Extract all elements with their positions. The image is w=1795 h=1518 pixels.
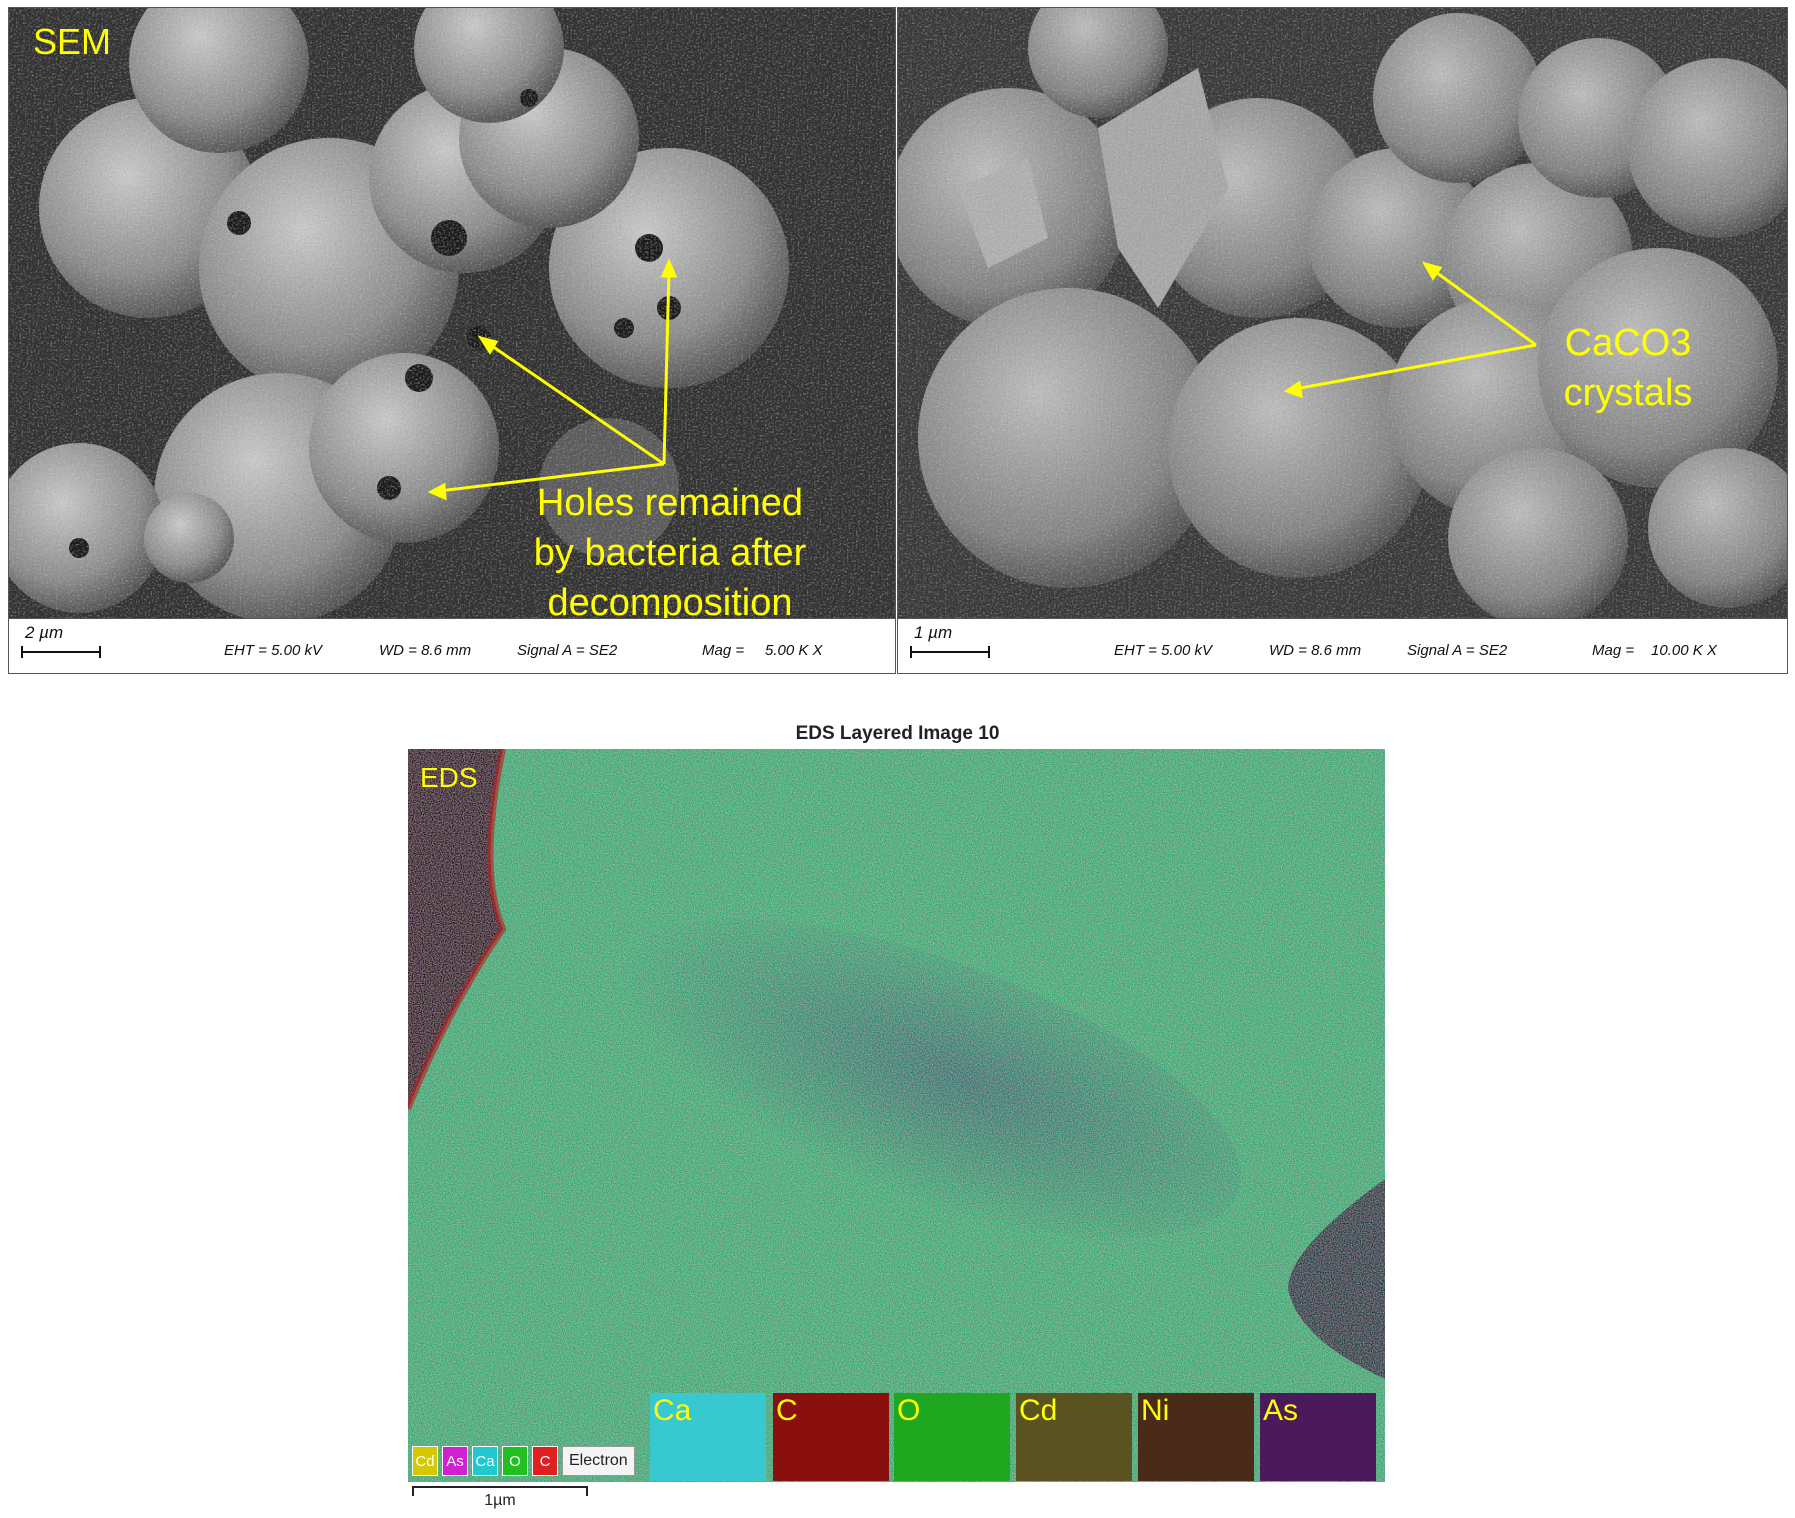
legend-chip-cd: Cd bbox=[412, 1446, 438, 1476]
eds-title: EDS Layered Image 10 bbox=[795, 723, 1000, 744]
element-map-ca: Ca bbox=[650, 1393, 766, 1481]
wd-readout: WD = 8.6 mm bbox=[379, 642, 472, 659]
mag-label: Mag = bbox=[1592, 642, 1635, 659]
element-map-label: Cd bbox=[1019, 1394, 1058, 1427]
mag-value: 10.00 K X bbox=[1651, 642, 1717, 659]
legend-chip-as: As bbox=[442, 1446, 468, 1476]
scale-label: 2 µm bbox=[25, 623, 64, 642]
mag-value: 5.00 K X bbox=[765, 642, 823, 659]
holes-annotation: Holes remained by bacteria after decompo… bbox=[505, 478, 835, 620]
element-map-label: C bbox=[776, 1394, 798, 1427]
sem-panel-right: CaCO3 crystals 1 µm EHT = 5.00 kV WD = 8… bbox=[897, 7, 1788, 674]
legend-chip-ca: Ca bbox=[472, 1446, 498, 1476]
sem-corner-label: SEM bbox=[33, 21, 112, 62]
holes-annotation-line-1: Holes remained bbox=[536, 482, 804, 524]
sem-databar-left: 2 µm EHT = 5.00 kV WD = 8.6 mm Signal A … bbox=[9, 618, 895, 673]
caco3-annotation: CaCO3 crystals bbox=[1538, 318, 1718, 418]
element-map-as: As bbox=[1260, 1393, 1376, 1481]
element-map-label: Ni bbox=[1141, 1394, 1170, 1427]
element-map-o: O bbox=[894, 1393, 1010, 1481]
eht-readout: EHT = 5.00 kV bbox=[1114, 642, 1212, 659]
sem-micrograph-left: SEM Holes remained by bacteria after dec… bbox=[9, 8, 895, 620]
element-map-label: Ca bbox=[653, 1394, 692, 1427]
element-map-ni: Ni bbox=[1138, 1393, 1254, 1481]
mag-label: Mag = bbox=[702, 642, 745, 659]
eds-corner-label: EDS bbox=[420, 762, 478, 793]
wd-readout: WD = 8.6 mm bbox=[1269, 642, 1362, 659]
eds-layered-map: EDS bbox=[408, 749, 1385, 1482]
signal-readout: Signal A = SE2 bbox=[517, 642, 618, 659]
caco3-annotation-line-2: crystals bbox=[1563, 372, 1693, 414]
legend-chip-electron: Electron bbox=[562, 1446, 635, 1476]
holes-annotation-line-3: decomposition bbox=[547, 582, 793, 620]
holes-annotation-line-2: by bacteria after bbox=[533, 532, 807, 574]
scale-bar bbox=[21, 646, 101, 658]
legend-chip-o: O bbox=[502, 1446, 528, 1476]
sem-panel-left: SEM Holes remained by bacteria after dec… bbox=[8, 7, 896, 674]
scale-bar bbox=[910, 646, 990, 658]
legend-chip-c: C bbox=[532, 1446, 558, 1476]
element-map-cd: Cd bbox=[1016, 1393, 1132, 1481]
element-map-label: O bbox=[897, 1394, 921, 1427]
signal-readout: Signal A = SE2 bbox=[1407, 642, 1508, 659]
eht-readout: EHT = 5.00 kV bbox=[224, 642, 322, 659]
caco3-annotation-line-1: CaCO3 bbox=[1564, 322, 1692, 364]
sem-micrograph-right: CaCO3 crystals bbox=[898, 8, 1787, 620]
scale-label: 1 µm bbox=[914, 623, 953, 642]
eds-layer-legend: Cd As Ca O C Electron bbox=[412, 1444, 635, 1478]
eds-scale-label: 1µm bbox=[484, 1492, 516, 1509]
element-map-c: C bbox=[773, 1393, 889, 1481]
sem-databar-right: 1 µm EHT = 5.00 kV WD = 8.6 mm Signal A … bbox=[898, 618, 1787, 673]
element-map-label: As bbox=[1263, 1394, 1299, 1427]
